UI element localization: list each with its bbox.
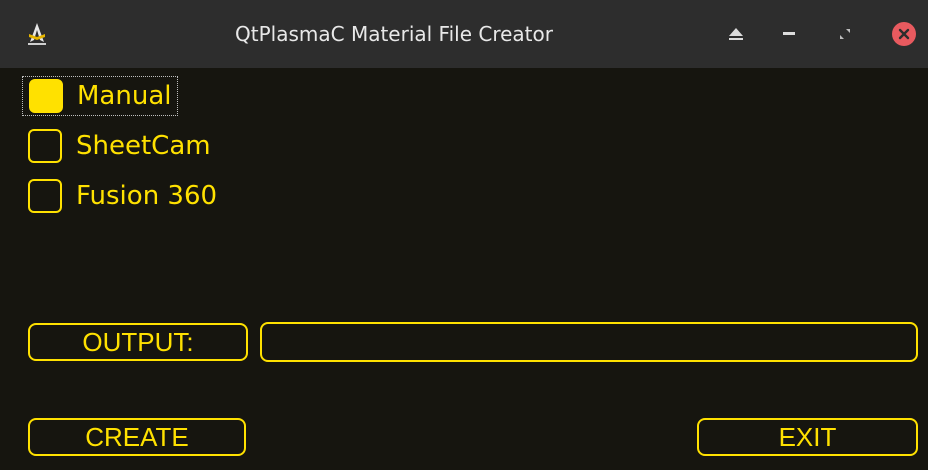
focus-frame: Manual — [22, 76, 179, 116]
fusion-360-checkbox[interactable] — [28, 179, 62, 213]
minimize-icon[interactable] — [777, 22, 801, 46]
option-sheetcam[interactable]: SheetCam — [22, 124, 215, 168]
output-field[interactable] — [260, 322, 918, 362]
close-icon[interactable] — [892, 22, 916, 46]
window-title: QtPlasmaC Material File Creator — [235, 22, 553, 46]
material-creator-window: QtPlasmaC Material File Creator Manual S… — [0, 0, 928, 470]
sheetcam-label: SheetCam — [76, 131, 211, 161]
manual-label: Manual — [77, 81, 172, 111]
manual-checkbox[interactable] — [29, 79, 63, 113]
maximize-icon[interactable] — [833, 22, 857, 46]
option-fusion-360[interactable]: Fusion 360 — [22, 174, 221, 218]
option-manual[interactable]: Manual — [22, 74, 179, 118]
create-button[interactable]: CREATE — [28, 418, 246, 456]
output-label: OUTPUT: — [28, 323, 248, 361]
keep-above-icon[interactable] — [724, 22, 748, 46]
title-bar[interactable]: QtPlasmaC Material File Creator — [0, 0, 928, 68]
exit-button[interactable]: EXIT — [697, 418, 918, 456]
sheetcam-checkbox[interactable] — [28, 129, 62, 163]
fusion-360-label: Fusion 360 — [76, 181, 218, 211]
